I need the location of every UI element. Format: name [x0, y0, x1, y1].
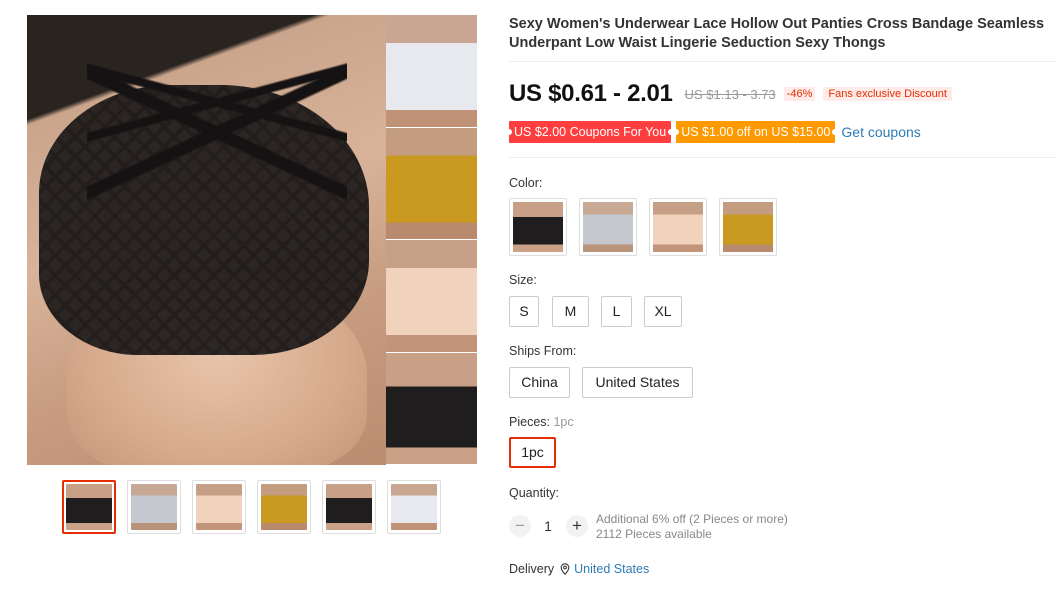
quantity-value[interactable]: 1 — [543, 518, 553, 534]
quantity-label: Quantity: — [509, 486, 560, 500]
coupon-row: US $2.00 Coupons For You US $1.00 off on… — [505, 121, 921, 143]
size-option-m[interactable]: M — [552, 296, 589, 327]
preview-black — [386, 352, 477, 465]
preview-white — [386, 15, 477, 128]
coupon-badge-store[interactable]: US $2.00 Coupons For You — [505, 121, 675, 143]
original-price: US $1.13 - 3.73 — [684, 86, 776, 102]
color-label: Color: — [509, 176, 543, 190]
discount-badge: -46% — [783, 87, 816, 101]
pieces-selected-hint: 1pc — [553, 415, 574, 429]
size-option-l[interactable]: L — [601, 296, 632, 327]
delivery-row: Delivery United States — [509, 562, 649, 576]
thumbnail-5[interactable] — [322, 480, 376, 534]
quantity-increase-button[interactable]: + — [566, 515, 588, 537]
thumbnail-2[interactable] — [127, 480, 181, 534]
size-option-s[interactable]: S — [509, 296, 539, 327]
pieces-label-text: Pieces: — [509, 415, 550, 429]
product-title: Sexy Women's Underwear Lace Hollow Out P… — [509, 16, 1045, 51]
divider — [509, 61, 1057, 62]
color-option-yellow[interactable] — [719, 198, 777, 256]
location-pin-icon — [560, 563, 570, 575]
main-photo — [27, 15, 386, 465]
price-row: US $0.61 - 2.01 US $1.13 - 3.73 -46% Fan… — [509, 80, 952, 108]
current-price: US $0.61 - 2.01 — [509, 80, 673, 107]
color-preview-strip — [386, 15, 477, 465]
thumbnail-6[interactable] — [387, 480, 441, 534]
delivery-label: Delivery — [509, 562, 555, 576]
preview-beige — [386, 240, 477, 353]
bulk-discount-note: Additional 6% off (2 Pieces or more) — [596, 512, 788, 526]
thumbnail-3[interactable] — [192, 480, 246, 534]
stock-available-note: 2112 Pieces available — [596, 527, 712, 541]
size-label: Size: — [509, 273, 537, 287]
coupon-badge-min-spend[interactable]: US $1.00 off on US $15.00 — [673, 121, 839, 143]
pieces-label: Pieces: 1pc — [509, 415, 574, 429]
quantity-note: Additional 6% off (2 Pieces or more) 211… — [596, 512, 788, 542]
main-product-image[interactable] — [27, 15, 477, 465]
delivery-location-link[interactable]: United States — [574, 562, 649, 576]
get-coupons-link[interactable]: Get coupons — [841, 124, 920, 140]
ships-from-china[interactable]: China — [509, 367, 570, 398]
photo-straps — [87, 55, 347, 205]
color-option-beige[interactable] — [649, 198, 707, 256]
size-option-xl[interactable]: XL — [644, 296, 682, 327]
thumbnail-1[interactable] — [62, 480, 116, 534]
fans-discount-badge: Fans exclusive Discount — [823, 87, 952, 101]
preview-yellow — [386, 127, 477, 240]
divider — [509, 157, 1057, 158]
quantity-decrease-button[interactable]: − — [509, 515, 531, 537]
ships-from-united-states[interactable]: United States — [582, 367, 693, 398]
color-option-grey[interactable] — [579, 198, 637, 256]
color-option-black[interactable] — [509, 198, 567, 256]
thumbnail-4[interactable] — [257, 480, 311, 534]
pieces-option-1pc[interactable]: 1pc — [509, 437, 556, 468]
ships-from-label: Ships From: — [509, 344, 577, 358]
